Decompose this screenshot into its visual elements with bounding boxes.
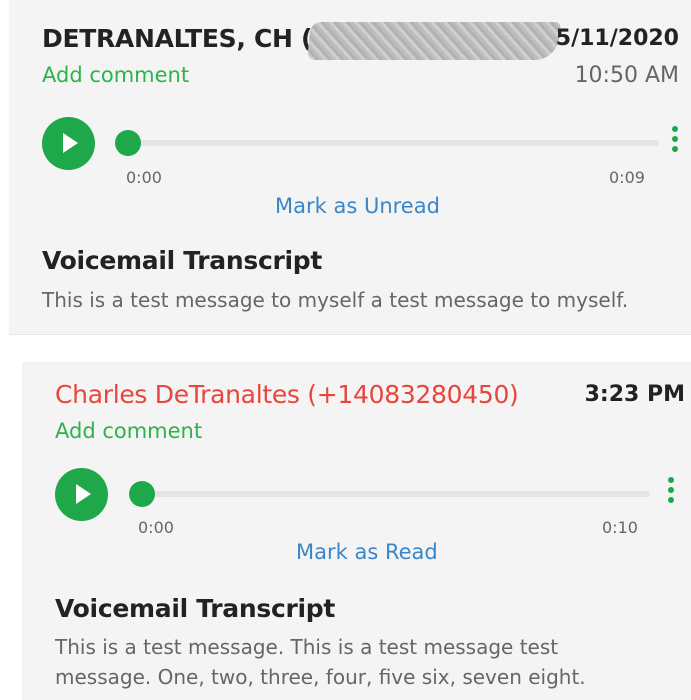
add-comment-link[interactable]: Add comment	[55, 419, 202, 443]
audio-scrubber-handle[interactable]	[129, 481, 155, 507]
mark-as-unread-link[interactable]: Mark as Unread	[275, 194, 440, 218]
transcript-text: This is a test message to myself a test …	[42, 288, 629, 312]
audio-progress-track[interactable]	[130, 491, 650, 497]
total-duration: 0:10	[602, 518, 638, 537]
voicemail-card: Charles DeTranaltes (+14083280450) 3:23 …	[22, 362, 691, 700]
redacted-caller-number	[307, 22, 561, 60]
add-comment-link[interactable]: Add comment	[42, 63, 189, 87]
total-duration: 0:09	[609, 168, 645, 187]
caller-name: DETRANALTES, CH (	[42, 24, 313, 53]
voicemail-time: 3:23 PM	[584, 382, 685, 407]
transcript-heading: Voicemail Transcript	[55, 594, 336, 623]
caller-name: Charles DeTranaltes (+14083280450)	[55, 380, 519, 409]
audio-scrubber-handle[interactable]	[115, 130, 141, 156]
play-icon	[76, 484, 91, 504]
voicemail-date: 5/11/2020	[555, 26, 679, 51]
transcript-heading: Voicemail Transcript	[42, 246, 323, 275]
more-vertical-icon[interactable]	[668, 477, 674, 507]
mark-as-read-link[interactable]: Mark as Read	[296, 540, 438, 564]
voicemail-card: DETRANALTES, CH ( 5/11/2020 10:50 AM Add…	[9, 0, 691, 335]
more-vertical-icon[interactable]	[672, 126, 678, 156]
play-button[interactable]	[42, 117, 95, 170]
voicemail-time: 10:50 AM	[574, 63, 679, 88]
elapsed-time: 0:00	[138, 518, 174, 537]
audio-progress-track[interactable]	[119, 140, 659, 146]
play-button[interactable]	[55, 468, 108, 521]
elapsed-time: 0:00	[126, 168, 162, 187]
transcript-text: This is a test message. This is a test m…	[55, 635, 586, 689]
play-icon	[63, 133, 78, 153]
